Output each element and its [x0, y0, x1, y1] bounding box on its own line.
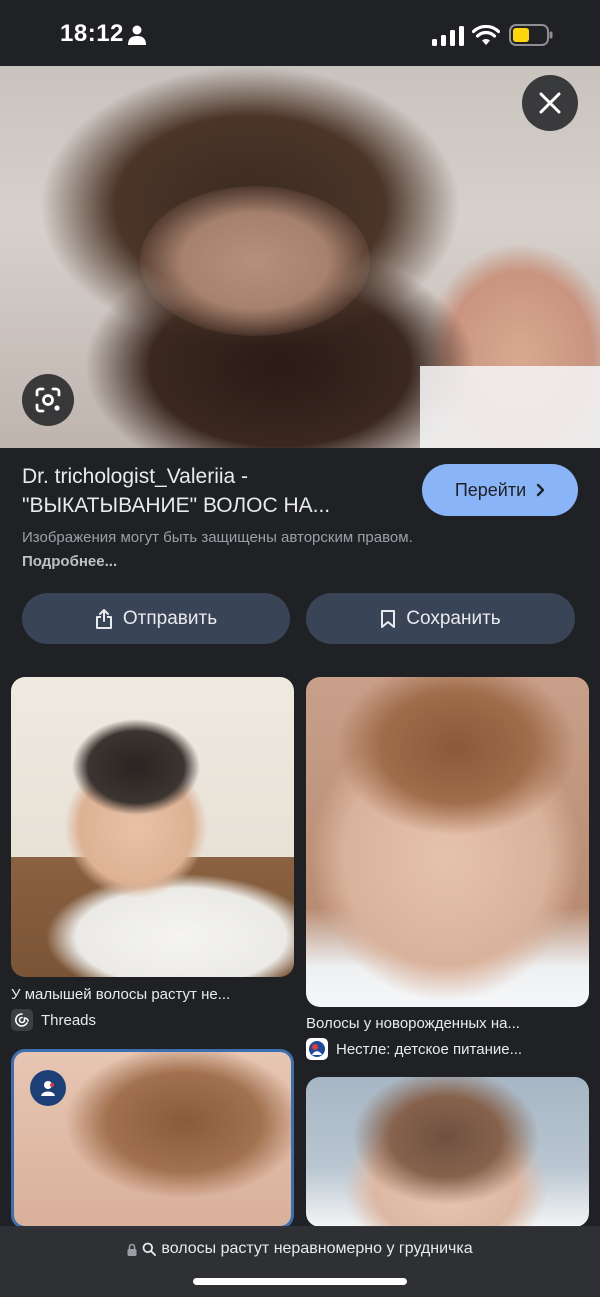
search-icon [142, 1242, 157, 1256]
home-indicator[interactable] [193, 1278, 407, 1285]
share-button[interactable]: Отправить [22, 593, 290, 644]
bookmark-icon [381, 609, 396, 628]
goto-button-label: Перейти [454, 479, 527, 500]
related-image[interactable] [306, 677, 589, 1007]
related-caption[interactable]: Волосы у новорожденных на... [306, 1015, 520, 1032]
share-button-label: Отправить [122, 607, 218, 629]
share-icon [95, 608, 112, 629]
copyright-text: Изображения могут быть защищены авторски… [22, 529, 413, 546]
url-bar[interactable]: волосы растут неравномерно у грудничка [0, 1226, 600, 1297]
related-source[interactable]: Нестле: детское питание... [306, 1038, 522, 1060]
battery-icon [509, 24, 553, 46]
lens-button[interactable] [22, 374, 74, 426]
save-button[interactable]: Сохранить [306, 593, 575, 644]
close-button[interactable] [522, 75, 578, 131]
save-button-label: Сохранить [406, 607, 501, 629]
url-text: волосы растут неравномерно у грудничка [161, 1240, 473, 1257]
related-source-name: Нестле: детское питание... [336, 1040, 523, 1058]
result-title[interactable]: Dr. trichologist_Valeriia - "ВЫКАТЫВАНИЕ… [22, 462, 402, 520]
threads-icon [11, 1009, 33, 1031]
related-image[interactable] [11, 677, 294, 977]
goto-button[interactable]: Перейти [422, 464, 578, 516]
related-source[interactable]: Threads [11, 1009, 96, 1031]
image-detail [140, 186, 370, 336]
image-detail [420, 366, 600, 448]
lens-icon [35, 387, 61, 413]
chevron-right-icon [536, 483, 545, 497]
related-caption[interactable]: У малышей волосы растут не... [11, 986, 230, 1003]
close-icon [539, 92, 561, 114]
copyright-notice: Изображения могут быть защищены авторски… [22, 526, 432, 574]
related-image[interactable] [306, 1077, 589, 1227]
lock-icon [127, 1243, 137, 1256]
nestle-icon [306, 1038, 328, 1060]
related-source-name: Threads [41, 1011, 97, 1029]
status-time: 18:12 [60, 20, 124, 47]
status-bar: 18:12 [0, 0, 600, 66]
watermark-logo-icon [30, 1070, 66, 1106]
related-image[interactable] [11, 1049, 294, 1229]
url-row[interactable]: волосы растут неравномерно у грудничка [0, 1240, 600, 1258]
copyright-more-link[interactable]: Подробнее... [22, 553, 117, 570]
wifi-icon [472, 25, 500, 45]
result-title-line: Dr. trichologist_Valeriia - [22, 465, 249, 488]
person-icon [128, 25, 146, 45]
main-image[interactable] [0, 66, 600, 448]
signal-icon [432, 26, 464, 46]
result-title-line: "ВЫКАТЫВАНИЕ" ВОЛОС НА... [22, 494, 331, 517]
